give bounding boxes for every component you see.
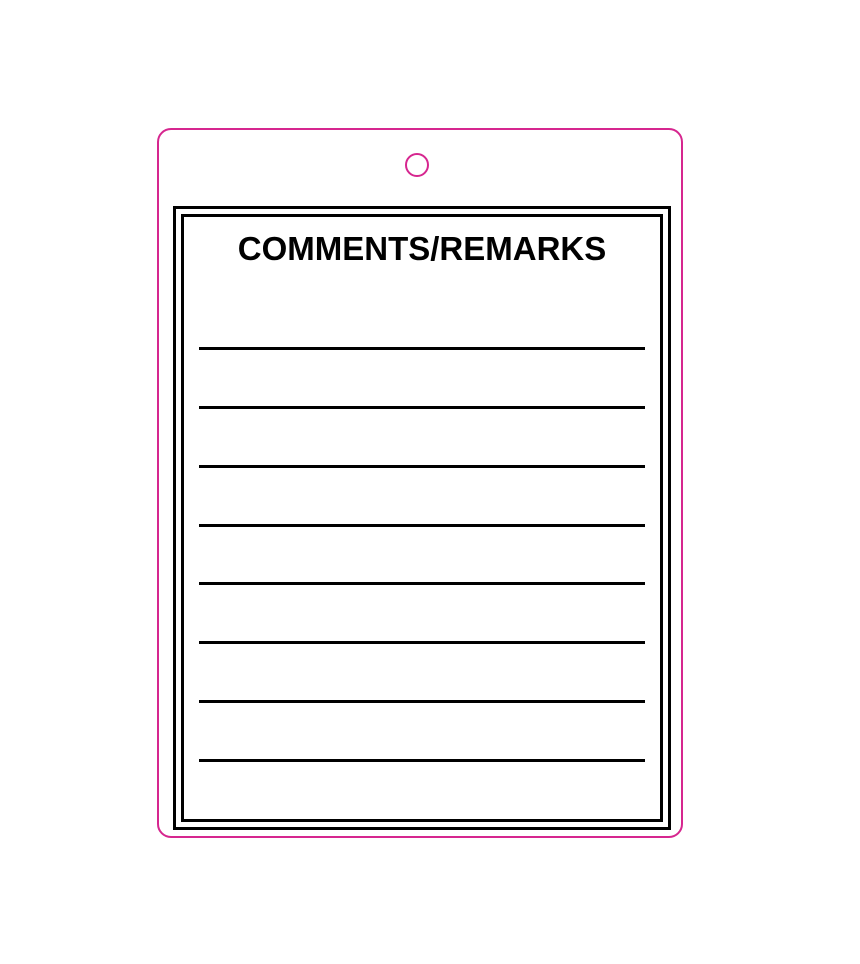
writing-line-1[interactable] [199, 347, 645, 350]
writing-line-8[interactable] [199, 759, 645, 762]
writing-line-4[interactable] [199, 524, 645, 527]
writing-line-3[interactable] [199, 465, 645, 468]
writing-line-6[interactable] [199, 641, 645, 644]
writing-line-7[interactable] [199, 700, 645, 703]
writing-line-2[interactable] [199, 406, 645, 409]
tag-hole-icon [405, 153, 429, 177]
writing-line-5[interactable] [199, 582, 645, 585]
form-title: COMMENTS/REMARKS [237, 230, 607, 267]
frame-inner-border [181, 214, 663, 822]
